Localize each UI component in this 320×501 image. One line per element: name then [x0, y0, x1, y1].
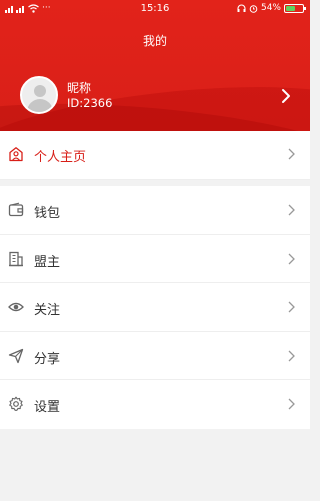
chevron-right-icon — [288, 204, 295, 216]
header: ··· 15:16 54% 我的 昵称 ID:2366 — [0, 0, 310, 141]
alarm-icon — [249, 4, 258, 13]
chevron-right-icon — [288, 350, 295, 362]
user-id: ID:2366 — [67, 96, 113, 110]
user-home-icon — [9, 147, 23, 162]
eye-icon — [8, 303, 24, 312]
menu-item-label: 设置 — [34, 400, 61, 416]
homepage-item[interactable]: 个人主页 — [0, 131, 310, 180]
menu-item-label: 盟主 — [34, 254, 61, 270]
menu-item-label: 关注 — [34, 303, 61, 319]
share-icon — [8, 348, 24, 363]
menu-item-leader[interactable]: 盟主 — [0, 235, 310, 284]
menu-item-follow[interactable]: 关注 — [0, 283, 310, 332]
profile-card[interactable]: 昵称 ID:2366 — [0, 74, 310, 122]
wallet-icon — [8, 202, 24, 217]
page-title: 我的 — [142, 34, 167, 48]
settings-icon — [9, 397, 23, 412]
menu-list: 钱包 盟主 关注 分享 设置 — [0, 186, 310, 429]
menu-item-label: 分享 — [34, 351, 61, 367]
battery-percent: 54% — [260, 3, 281, 13]
battery-fill — [286, 5, 295, 11]
avatar-head — [34, 85, 46, 97]
avatar-body — [27, 99, 53, 112]
menu-item-wallet[interactable]: 钱包 — [0, 186, 310, 235]
homepage-label: 个人主页 — [34, 150, 87, 165]
menu-item-label: 钱包 — [34, 206, 61, 221]
status-bar: ··· 15:16 54% — [0, 0, 310, 18]
building-icon — [9, 251, 23, 266]
menu-item-share[interactable]: 分享 — [0, 332, 310, 381]
headset-icon — [237, 3, 246, 12]
menu-item-settings[interactable]: 设置 — [0, 380, 310, 429]
chevron-right-icon — [288, 398, 295, 410]
chevron-right-icon — [288, 148, 295, 160]
nickname: 昵称 — [67, 81, 92, 95]
status-right: 54% — [237, 3, 306, 13]
chevron-right-icon — [288, 253, 295, 265]
battery-icon — [284, 3, 306, 13]
chevron-right-icon — [288, 301, 295, 313]
avatar[interactable] — [20, 76, 58, 114]
chevron-right-icon[interactable] — [278, 88, 294, 104]
